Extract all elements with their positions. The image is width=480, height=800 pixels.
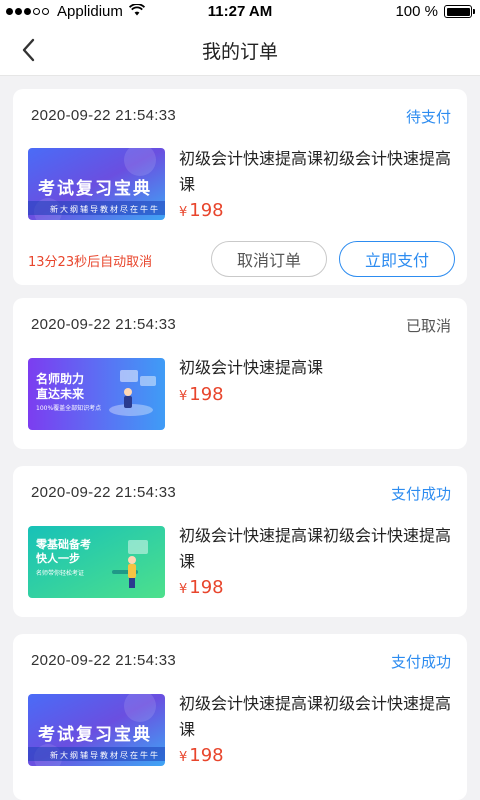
order-card[interactable]: 2020-09-22 21:54:33 支付成功 零基础备考 快人一步 名师带你… — [13, 466, 467, 617]
banner-tagline: 名师带你轻松考证 — [36, 570, 85, 577]
order-price: ¥198 — [179, 577, 224, 598]
price-value: 198 — [189, 745, 224, 766]
cancel-order-button[interactable]: 取消订单 — [211, 241, 327, 277]
course-thumbnail[interactable]: 零基础备考 快人一步 名师带你轻松考证 — [28, 526, 165, 598]
order-status: 支付成功 — [390, 485, 451, 503]
status-right: 100 % — [395, 3, 475, 20]
order-price: ¥198 — [179, 200, 224, 221]
banner-title: 考试复习宝典 — [38, 725, 152, 745]
currency-symbol: ¥ — [179, 750, 188, 765]
price-value: 198 — [189, 200, 224, 221]
course-thumbnail[interactable]: 考试复习宝典 新大纲辅导教材尽在牛牛 — [28, 694, 165, 766]
order-card[interactable]: 2020-09-22 21:54:33 待支付 考试复习宝典 新大纲辅导教材尽在… — [13, 89, 467, 285]
banner-title: 考试复习宝典 — [38, 179, 152, 199]
course-title: 初级会计快速提高课初级会计快速提高课 — [179, 149, 452, 194]
banner-tagline: 100%覆盖全部知识考点 — [36, 405, 102, 412]
banner-subtitle: 新大纲辅导教材尽在牛牛 — [50, 751, 160, 760]
banner-subtitle: 新大纲辅导教材尽在牛牛 — [50, 205, 160, 214]
order-date: 2020-09-22 21:54:33 — [31, 107, 176, 124]
order-card[interactable]: 2020-09-22 21:54:33 已取消 名师助力 直达未来 100%覆盖… — [13, 298, 467, 449]
order-price: ¥198 — [179, 745, 224, 766]
course-title: 初级会计快速提高课初级会计快速提高课 — [179, 526, 452, 571]
battery-percent: 100 % — [395, 3, 438, 20]
order-status: 支付成功 — [390, 653, 451, 671]
banner-title-line2: 快人一步 — [36, 552, 80, 565]
order-status: 已取消 — [405, 317, 451, 335]
currency-symbol: ¥ — [179, 205, 188, 220]
order-card[interactable]: 2020-09-22 21:54:33 支付成功 考试复习宝典 新大纲辅导教材尽… — [13, 634, 467, 800]
banner-title-line2: 直达未来 — [36, 387, 85, 401]
price-value: 198 — [189, 384, 224, 405]
order-status: 待支付 — [405, 108, 451, 126]
order-price: ¥198 — [179, 384, 224, 405]
auto-cancel-countdown: 13分23秒后自动取消 — [28, 255, 153, 270]
currency-symbol: ¥ — [179, 389, 188, 404]
course-title: 初级会计快速提高课初级会计快速提高课 — [179, 694, 452, 739]
order-date: 2020-09-22 21:54:33 — [31, 652, 176, 669]
order-date: 2020-09-22 21:54:33 — [31, 484, 176, 501]
page-title: 我的订单 — [201, 41, 278, 63]
battery-icon — [444, 5, 475, 18]
currency-symbol: ¥ — [179, 582, 188, 597]
pay-now-button[interactable]: 立即支付 — [339, 241, 455, 277]
nav-bar: 我的订单 — [0, 22, 480, 76]
course-thumbnail[interactable]: 名师助力 直达未来 100%覆盖全部知识考点 — [28, 358, 165, 430]
price-value: 198 — [189, 577, 224, 598]
course-title: 初级会计快速提高课 — [179, 358, 324, 377]
order-date: 2020-09-22 21:54:33 — [31, 316, 176, 333]
status-bar: Applidium 11:27 AM 100 % — [0, 0, 480, 22]
course-thumbnail[interactable]: 考试复习宝典 新大纲辅导教材尽在牛牛 — [28, 148, 165, 220]
